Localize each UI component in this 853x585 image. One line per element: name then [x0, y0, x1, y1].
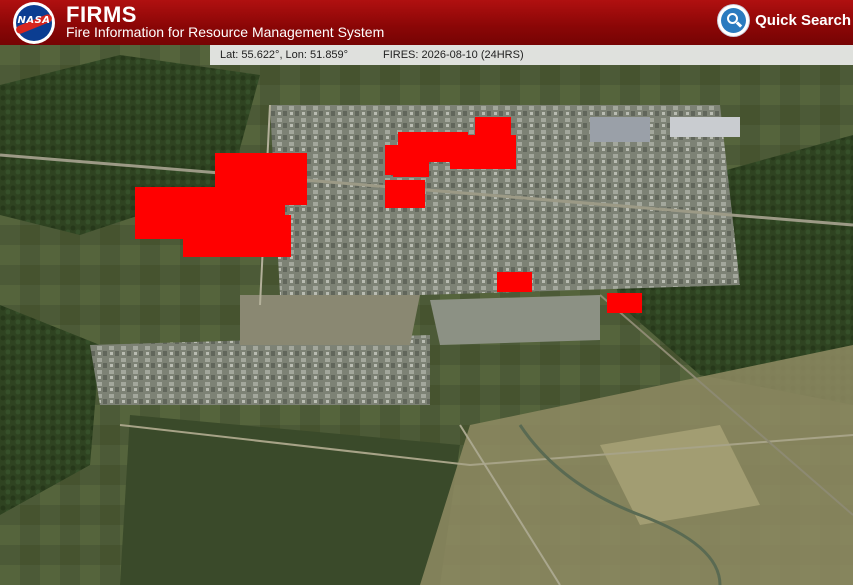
building-roof	[590, 117, 650, 142]
industrial-complex-south	[90, 335, 430, 405]
fire-detection[interactable]	[393, 155, 429, 177]
map-status-bar: Lat: 55.622°, Lon: 51.859° FIRES: 2026-0…	[210, 45, 853, 65]
quick-search-label: Quick Search	[755, 11, 851, 29]
forest-area-south	[120, 415, 460, 585]
app-header: NASA FIRMS Fire Information for Resource…	[0, 0, 853, 45]
fire-detection[interactable]	[385, 180, 425, 208]
industrial-complex-east	[430, 295, 600, 345]
search-icon[interactable]	[718, 4, 750, 36]
fire-detection[interactable]	[183, 215, 291, 257]
fire-detection[interactable]	[497, 272, 532, 292]
fire-detection[interactable]	[450, 135, 516, 169]
nasa-logo[interactable]: NASA	[13, 2, 55, 44]
app-subtitle: Fire Information for Resource Management…	[66, 24, 385, 40]
fires-date-info: FIRES: 2026-08-10 (24HRS)	[383, 49, 524, 61]
warehouse-roof	[670, 117, 740, 137]
fire-detection[interactable]	[607, 293, 642, 313]
quick-search-button[interactable]: Quick Search	[718, 4, 851, 36]
map-imagery[interactable]	[0, 45, 853, 585]
nasa-logo-text: NASA	[17, 15, 51, 26]
cursor-coordinates: Lat: 55.622°, Lon: 51.859°	[220, 49, 349, 61]
industrial-yard	[240, 295, 420, 345]
satellite-map[interactable]	[0, 45, 853, 585]
